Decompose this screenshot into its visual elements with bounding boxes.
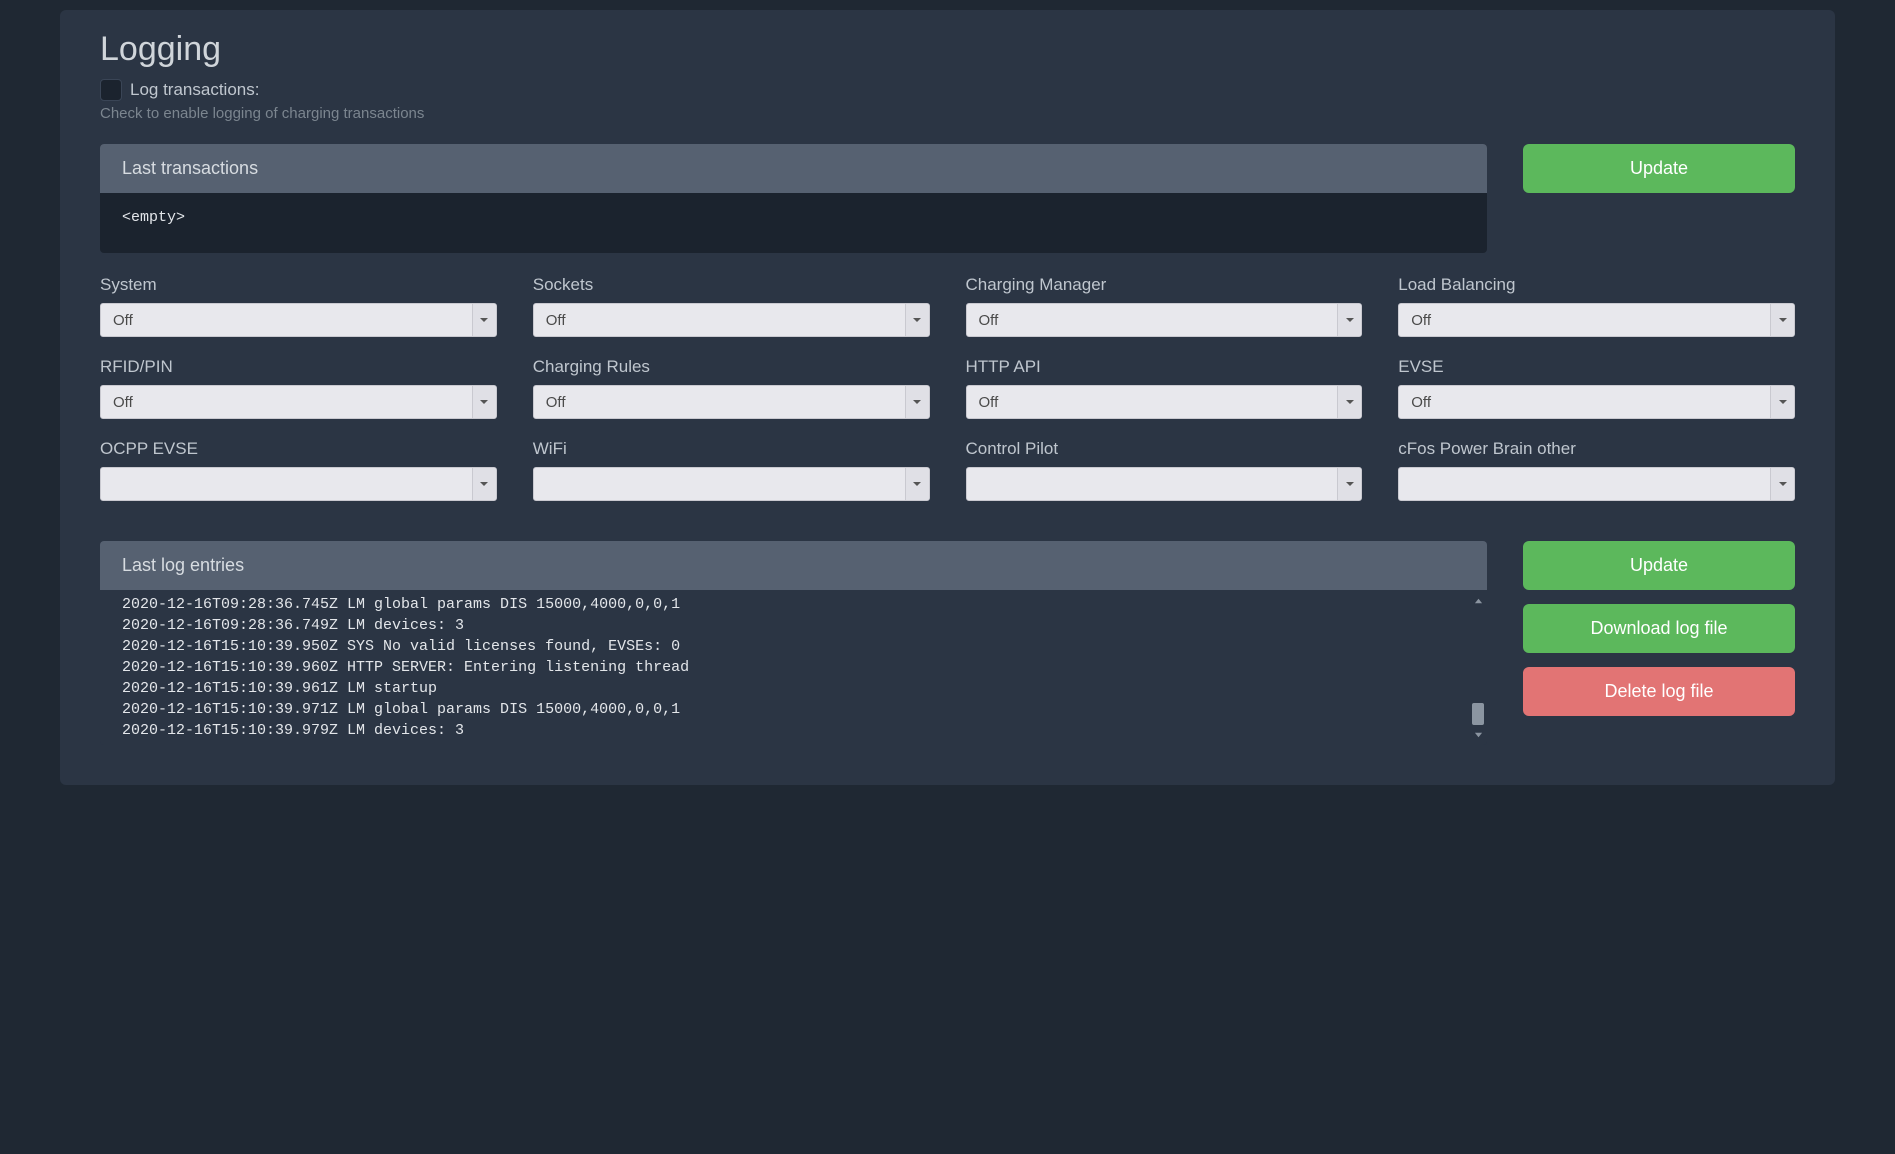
cfos-other-label: cFos Power Brain other <box>1398 439 1795 459</box>
field-load-balancing: Load Balancing Off <box>1398 275 1795 337</box>
rfid-pin-select[interactable]: Off <box>100 385 497 419</box>
scroll-up-icon[interactable] <box>1471 594 1485 608</box>
system-label: System <box>100 275 497 295</box>
last-transactions-header: Last transactions <box>100 144 1487 193</box>
chevron-down-icon <box>472 304 496 336</box>
chevron-down-icon <box>1770 386 1794 418</box>
field-http-api: HTTP API Off <box>966 357 1363 419</box>
last-transactions-card: Last transactions <empty> <box>100 144 1487 253</box>
update-transactions-button[interactable]: Update <box>1523 144 1795 193</box>
system-select[interactable]: Off <box>100 303 497 337</box>
scroll-down-icon[interactable] <box>1471 727 1485 741</box>
chevron-down-icon <box>1337 468 1361 500</box>
field-rfid-pin: RFID/PIN Off <box>100 357 497 419</box>
ocpp-evse-select[interactable] <box>100 467 497 501</box>
log-line: 2020-12-16T09:28:36.745Z LM global param… <box>122 594 1465 615</box>
control-pilot-label: Control Pilot <box>966 439 1363 459</box>
scroll-thumb[interactable] <box>1472 703 1484 725</box>
last-log-header: Last log entries <box>100 541 1487 590</box>
wifi-select[interactable] <box>533 467 930 501</box>
log-line: 2020-12-16T09:28:36.749Z LM devices: 3 <box>122 615 1465 636</box>
cfos-other-select[interactable] <box>1398 467 1795 501</box>
chevron-down-icon <box>1770 304 1794 336</box>
page-title: Logging <box>100 30 1795 69</box>
log-level-grid: System Off Sockets Off Charging Manager … <box>100 275 1795 501</box>
chevron-down-icon <box>905 468 929 500</box>
log-scrollbar[interactable] <box>1471 594 1485 741</box>
field-charging-manager: Charging Manager Off <box>966 275 1363 337</box>
download-log-button[interactable]: Download log file <box>1523 604 1795 653</box>
log-transactions-checkbox[interactable] <box>100 79 122 101</box>
field-evse: EVSE Off <box>1398 357 1795 419</box>
charging-rules-select[interactable]: Off <box>533 385 930 419</box>
load-balancing-label: Load Balancing <box>1398 275 1795 295</box>
evse-label: EVSE <box>1398 357 1795 377</box>
delete-log-button[interactable]: Delete log file <box>1523 667 1795 716</box>
sockets-select[interactable]: Off <box>533 303 930 337</box>
chevron-down-icon <box>472 386 496 418</box>
load-balancing-select[interactable]: Off <box>1398 303 1795 337</box>
http-api-select[interactable]: Off <box>966 385 1363 419</box>
http-api-label: HTTP API <box>966 357 1363 377</box>
field-charging-rules: Charging Rules Off <box>533 357 930 419</box>
log-line: 2020-12-16T15:10:39.961Z LM startup <box>122 678 1465 699</box>
rfid-pin-label: RFID/PIN <box>100 357 497 377</box>
field-control-pilot: Control Pilot <box>966 439 1363 501</box>
chevron-down-icon <box>905 386 929 418</box>
chevron-down-icon <box>1337 386 1361 418</box>
update-log-button[interactable]: Update <box>1523 541 1795 590</box>
log-line: 2020-12-16T15:10:39.971Z LM global param… <box>122 699 1465 720</box>
log-line: 2020-12-16T15:10:39.979Z LM devices: 3 <box>122 720 1465 741</box>
field-cfos-other: cFos Power Brain other <box>1398 439 1795 501</box>
chevron-down-icon <box>472 468 496 500</box>
field-sockets: Sockets Off <box>533 275 930 337</box>
last-transactions-body: <empty> <box>100 193 1487 253</box>
charging-manager-select[interactable]: Off <box>966 303 1363 337</box>
evse-select[interactable]: Off <box>1398 385 1795 419</box>
logging-panel: Logging Log transactions: Check to enabl… <box>60 10 1835 785</box>
log-transactions-hint: Check to enable logging of charging tran… <box>100 105 1795 122</box>
wifi-label: WiFi <box>533 439 930 459</box>
log-line: 2020-12-16T15:10:39.950Z SYS No valid li… <box>122 636 1465 657</box>
log-output: 2020-12-16T09:28:36.745Z LM global param… <box>100 590 1487 745</box>
log-line: 2020-12-16T15:10:39.960Z HTTP SERVER: En… <box>122 657 1465 678</box>
chevron-down-icon <box>1337 304 1361 336</box>
chevron-down-icon <box>1770 468 1794 500</box>
field-ocpp-evse: OCPP EVSE <box>100 439 497 501</box>
log-transactions-label: Log transactions: <box>130 80 259 100</box>
last-log-card: Last log entries 2020-12-16T09:28:36.745… <box>100 541 1487 745</box>
sockets-label: Sockets <box>533 275 930 295</box>
charging-manager-label: Charging Manager <box>966 275 1363 295</box>
field-system: System Off <box>100 275 497 337</box>
control-pilot-select[interactable] <box>966 467 1363 501</box>
field-wifi: WiFi <box>533 439 930 501</box>
chevron-down-icon <box>905 304 929 336</box>
charging-rules-label: Charging Rules <box>533 357 930 377</box>
ocpp-evse-label: OCPP EVSE <box>100 439 497 459</box>
